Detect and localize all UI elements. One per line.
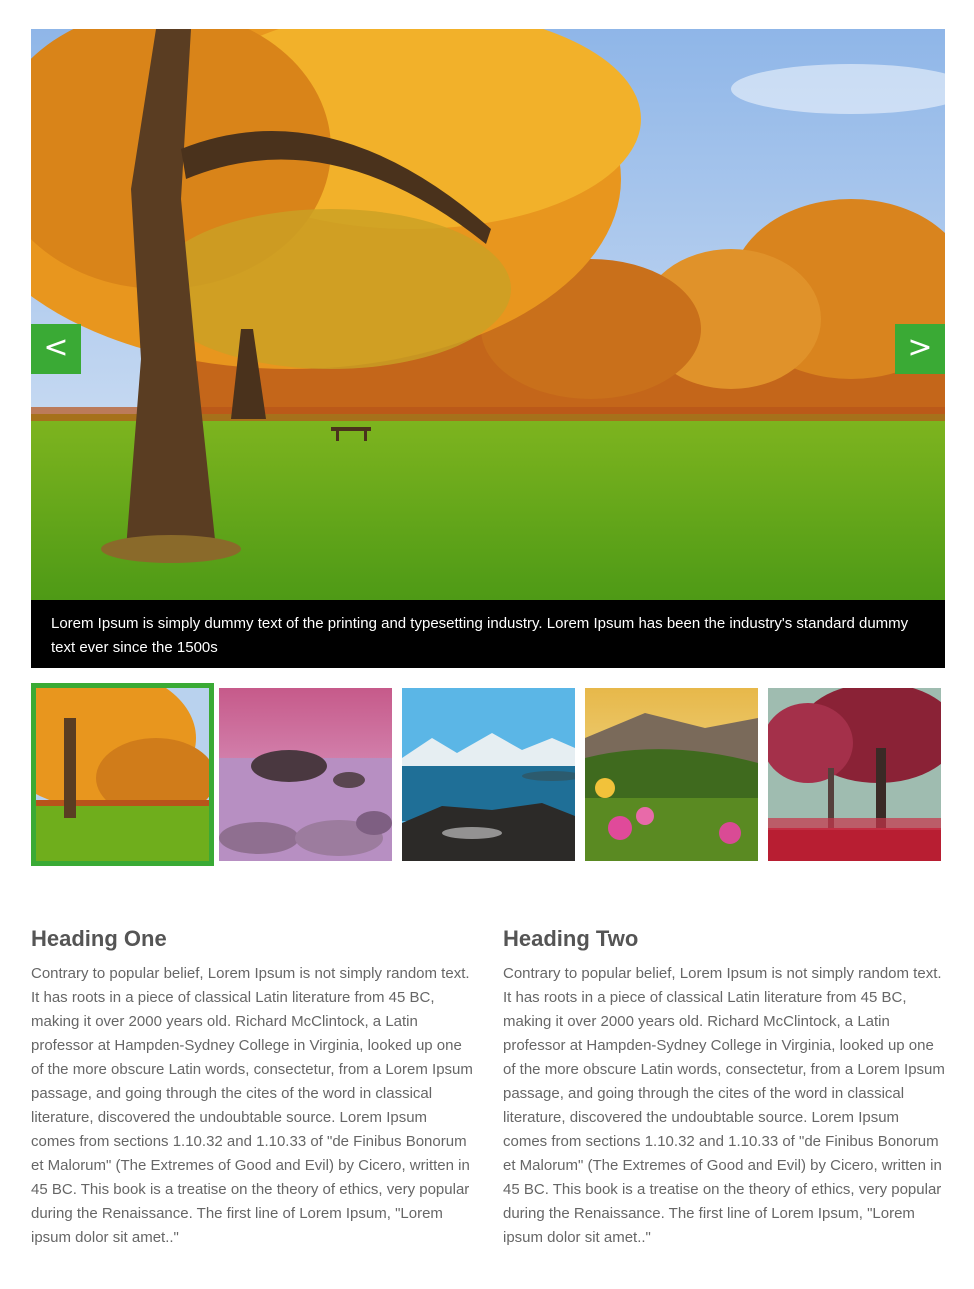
column-one-text: Contrary to popular belief, Lorem Ipsum … <box>31 965 473 1246</box>
thumbnail-purple-seascape[interactable] <box>219 688 392 861</box>
content-column-one: Heading One Contrary to popular belief, … <box>31 922 475 1250</box>
thumbnail-sunset-hills[interactable] <box>585 688 758 861</box>
thumbnail-red-forest[interactable] <box>768 688 941 861</box>
column-two-text: Contrary to popular belief, Lorem Ipsum … <box>503 965 945 1246</box>
heading-one: Heading One <box>31 926 167 951</box>
content-column-two: Heading Two Contrary to popular belief, … <box>503 922 947 1250</box>
slide-image-autumn-park <box>31 29 945 600</box>
image-slider: Lorem Ipsum is simply dummy text of the … <box>31 29 945 668</box>
next-arrow-button[interactable]: > <box>895 324 945 374</box>
previous-arrow-button[interactable]: < <box>31 324 81 374</box>
heading-two: Heading Two <box>503 926 639 951</box>
thumbnail-strip <box>31 683 945 866</box>
slide-caption: Lorem Ipsum is simply dummy text of the … <box>31 600 945 668</box>
thumbnail-autumn-park[interactable] <box>31 683 214 866</box>
thumbnail-mountain-lake[interactable] <box>402 688 575 861</box>
